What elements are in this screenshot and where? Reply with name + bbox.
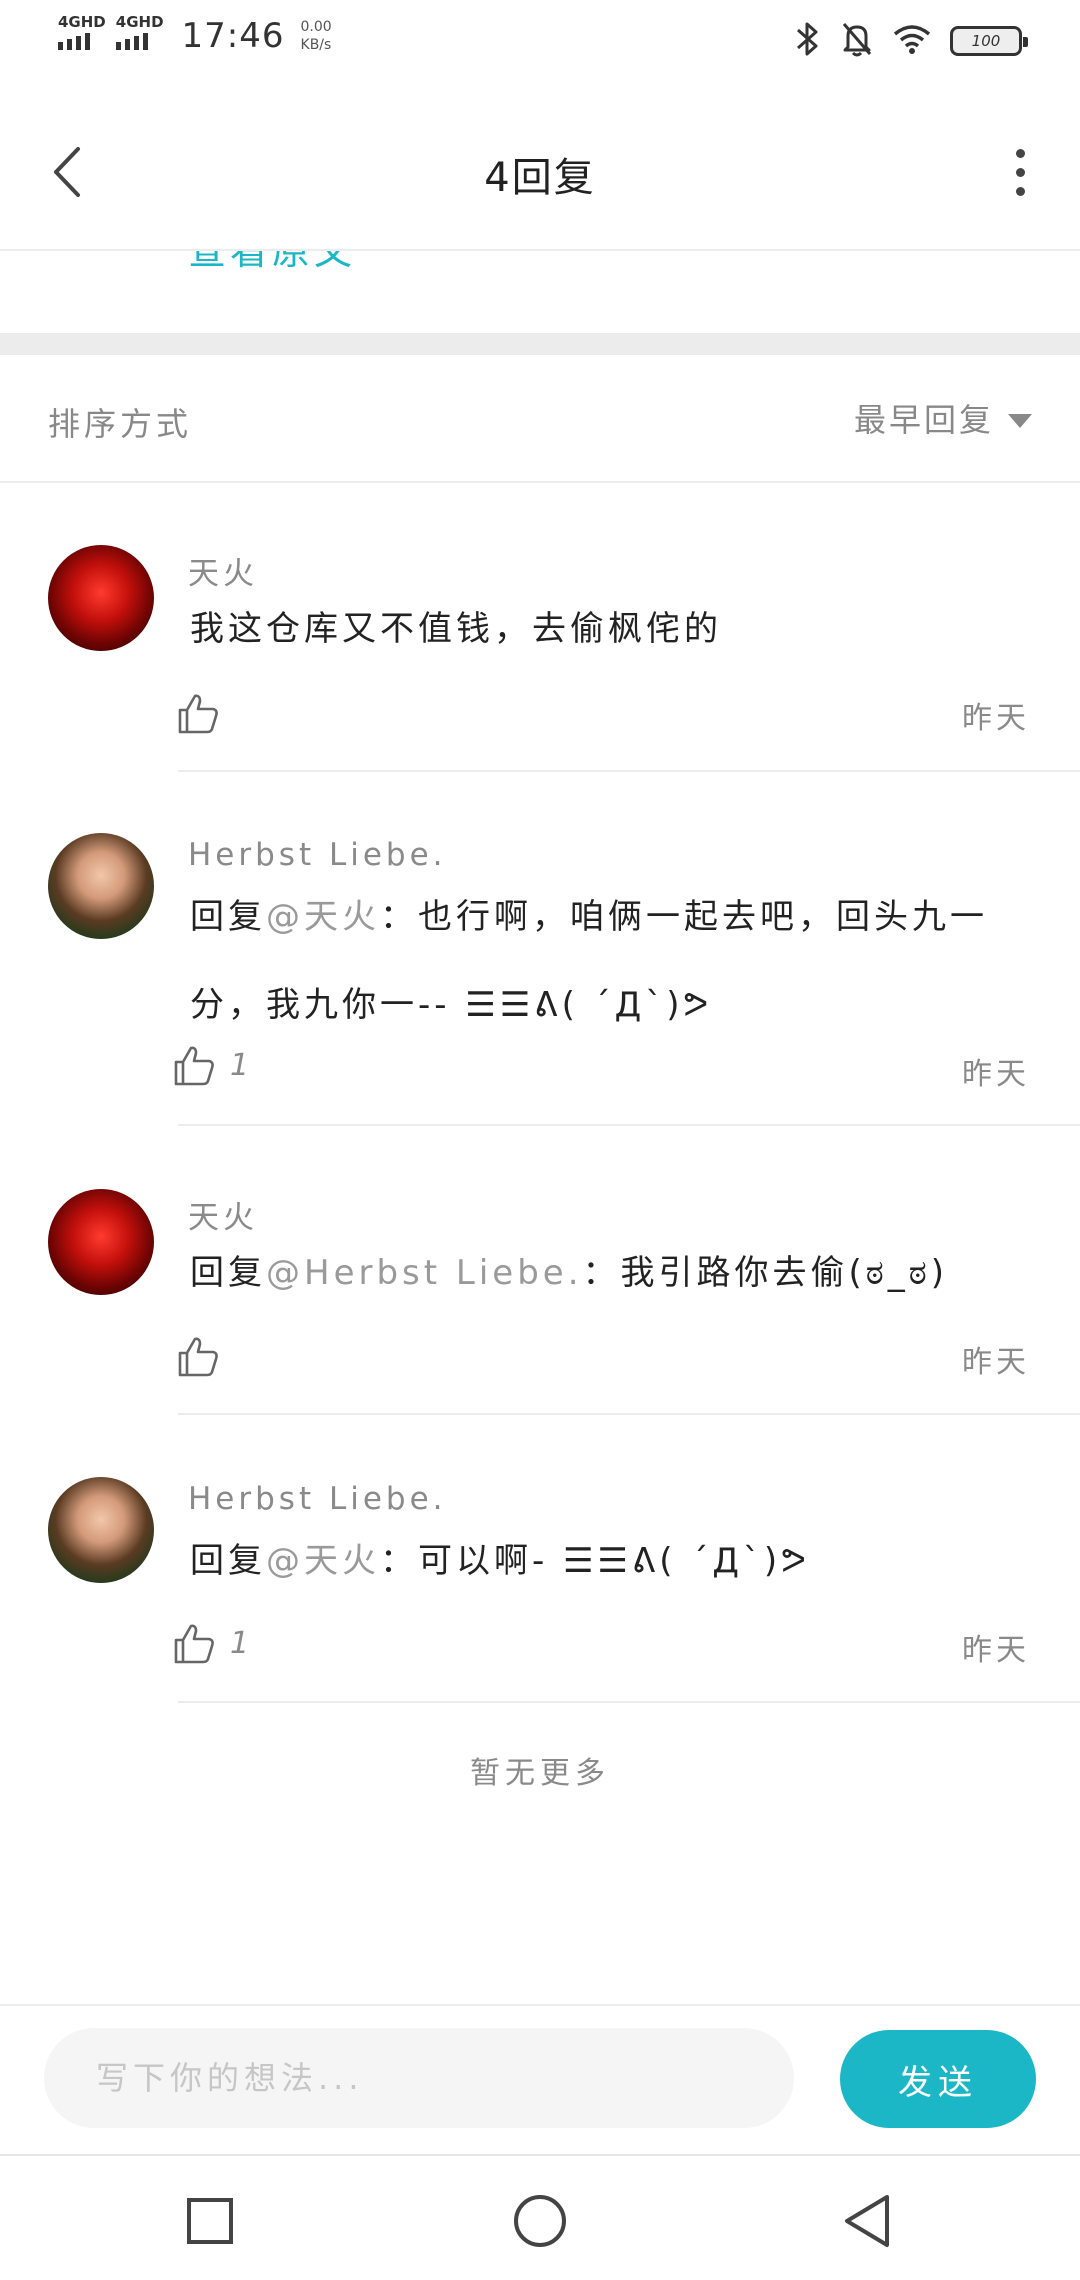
- signal-2-label: 4GHD: [115, 13, 164, 31]
- reply-prefix: 回复: [190, 897, 266, 937]
- comment-divider: [178, 1413, 1080, 1415]
- sort-row: 排序方式 最早回复: [0, 355, 1080, 481]
- comment-divider: [178, 1701, 1080, 1703]
- system-nav-bar: [0, 2156, 1080, 2280]
- like-button[interactable]: 1: [172, 1043, 249, 1087]
- section-separator: [0, 333, 1080, 355]
- network-speed-unit: KB/s: [300, 37, 332, 53]
- more-vertical-icon: [1015, 148, 1025, 158]
- reply-input[interactable]: [44, 2028, 794, 2128]
- like-count: 1: [230, 1625, 250, 1661]
- thumbs-up-icon: [174, 1624, 214, 1664]
- no-more-label: 暂无更多: [470, 1756, 610, 1791]
- sort-label: 排序方式: [48, 405, 193, 443]
- circle-icon: [514, 2195, 566, 2247]
- bluetooth-icon: [794, 20, 822, 62]
- battery-icon: 100: [950, 26, 1028, 56]
- like-button[interactable]: [176, 1334, 234, 1378]
- comment-body: ：我引路你去偷(ಠ_ಠ): [582, 1253, 949, 1293]
- comment-time: 昨天: [962, 1057, 1030, 1092]
- comment-time: 昨天: [962, 701, 1030, 736]
- like-count: 1: [230, 1047, 250, 1083]
- like-button[interactable]: 1: [172, 1621, 249, 1665]
- home-button[interactable]: [505, 2186, 575, 2256]
- avatar[interactable]: [48, 1477, 154, 1583]
- signal-2: 4GHD: [115, 13, 164, 50]
- comment-body: 我这仓库又不值钱，去偷枫侘的: [190, 609, 722, 649]
- sort-divider: [0, 481, 1080, 483]
- mention-link[interactable]: @天火: [266, 1541, 380, 1581]
- sort-value: 最早回复: [853, 401, 994, 439]
- avatar[interactable]: [48, 545, 154, 651]
- thumbs-up-icon: [178, 1337, 218, 1377]
- header-divider: [0, 249, 1080, 251]
- page-title: 4回复: [484, 155, 596, 201]
- sort-dropdown[interactable]: 最早回复: [854, 395, 1032, 441]
- reply-prefix: 回复: [190, 1253, 266, 1293]
- battery-level: 100: [971, 32, 1001, 50]
- app-header: 4回复: [0, 100, 1080, 250]
- mention-link[interactable]: @Herbst Liebe.: [266, 1253, 583, 1293]
- wifi-icon: [892, 23, 932, 59]
- comment-author[interactable]: Herbst Liebe.: [188, 1481, 447, 1517]
- status-time: 17:46: [181, 16, 285, 56]
- like-button[interactable]: [176, 691, 234, 735]
- comment-text: 回复@Herbst Liebe.：我引路你去偷(ಠ_ಠ): [190, 1229, 1020, 1317]
- network-speed-value: 0.00: [300, 19, 332, 35]
- network-speed: 0.00 KB/s: [301, 18, 332, 54]
- send-button[interactable]: 发送: [840, 2030, 1036, 2128]
- comment-divider: [178, 770, 1080, 772]
- comment-text: 回复@天火：也行啊，咱俩一起去吧，回头九一分，我九你一-- ☰☰ᕕ( ´Д`)ᕗ: [190, 873, 1020, 1049]
- input-divider: [0, 2004, 1080, 2006]
- mention-link[interactable]: @天火: [266, 897, 380, 937]
- status-left: 4GHD 4GHD 17:46 0.00 KB/s: [58, 14, 332, 58]
- comment-time: 昨天: [962, 1633, 1030, 1668]
- thumbs-up-icon: [178, 694, 218, 734]
- comment-divider: [178, 1124, 1080, 1126]
- comment-text: 回复@天火：可以啊- ☰☰ᕕ( ´Д`)ᕗ: [190, 1517, 1020, 1605]
- avatar[interactable]: [48, 833, 154, 939]
- status-right: 100: [794, 20, 1028, 62]
- reply-prefix: 回复: [190, 1541, 266, 1581]
- thumbs-up-icon: [174, 1046, 214, 1086]
- avatar[interactable]: [48, 1189, 154, 1295]
- status-bar: 4GHD 4GHD 17:46 0.00 KB/s 100: [0, 0, 1080, 80]
- signal-1: 4GHD: [58, 14, 106, 50]
- comment-body: ：可以啊- ☰☰ᕕ( ´Д`)ᕗ: [380, 1541, 810, 1581]
- more-options-button[interactable]: [1000, 142, 1040, 202]
- signal-bars-icon: [115, 32, 148, 50]
- comment-time: 昨天: [962, 1345, 1030, 1380]
- comment-text: 我这仓库又不值钱，去偷枫侘的: [190, 585, 1020, 673]
- recent-apps-button[interactable]: [175, 2186, 245, 2256]
- square-icon: [187, 2198, 233, 2244]
- signal-bars-icon: [58, 32, 90, 50]
- triangle-back-icon: [845, 2195, 889, 2247]
- comment-author[interactable]: Herbst Liebe.: [188, 837, 447, 873]
- caret-down-icon: [1008, 414, 1032, 428]
- nav-back-button[interactable]: [832, 2186, 902, 2256]
- signal-1-label: 4GHD: [58, 13, 106, 31]
- bell-muted-icon: [840, 20, 874, 62]
